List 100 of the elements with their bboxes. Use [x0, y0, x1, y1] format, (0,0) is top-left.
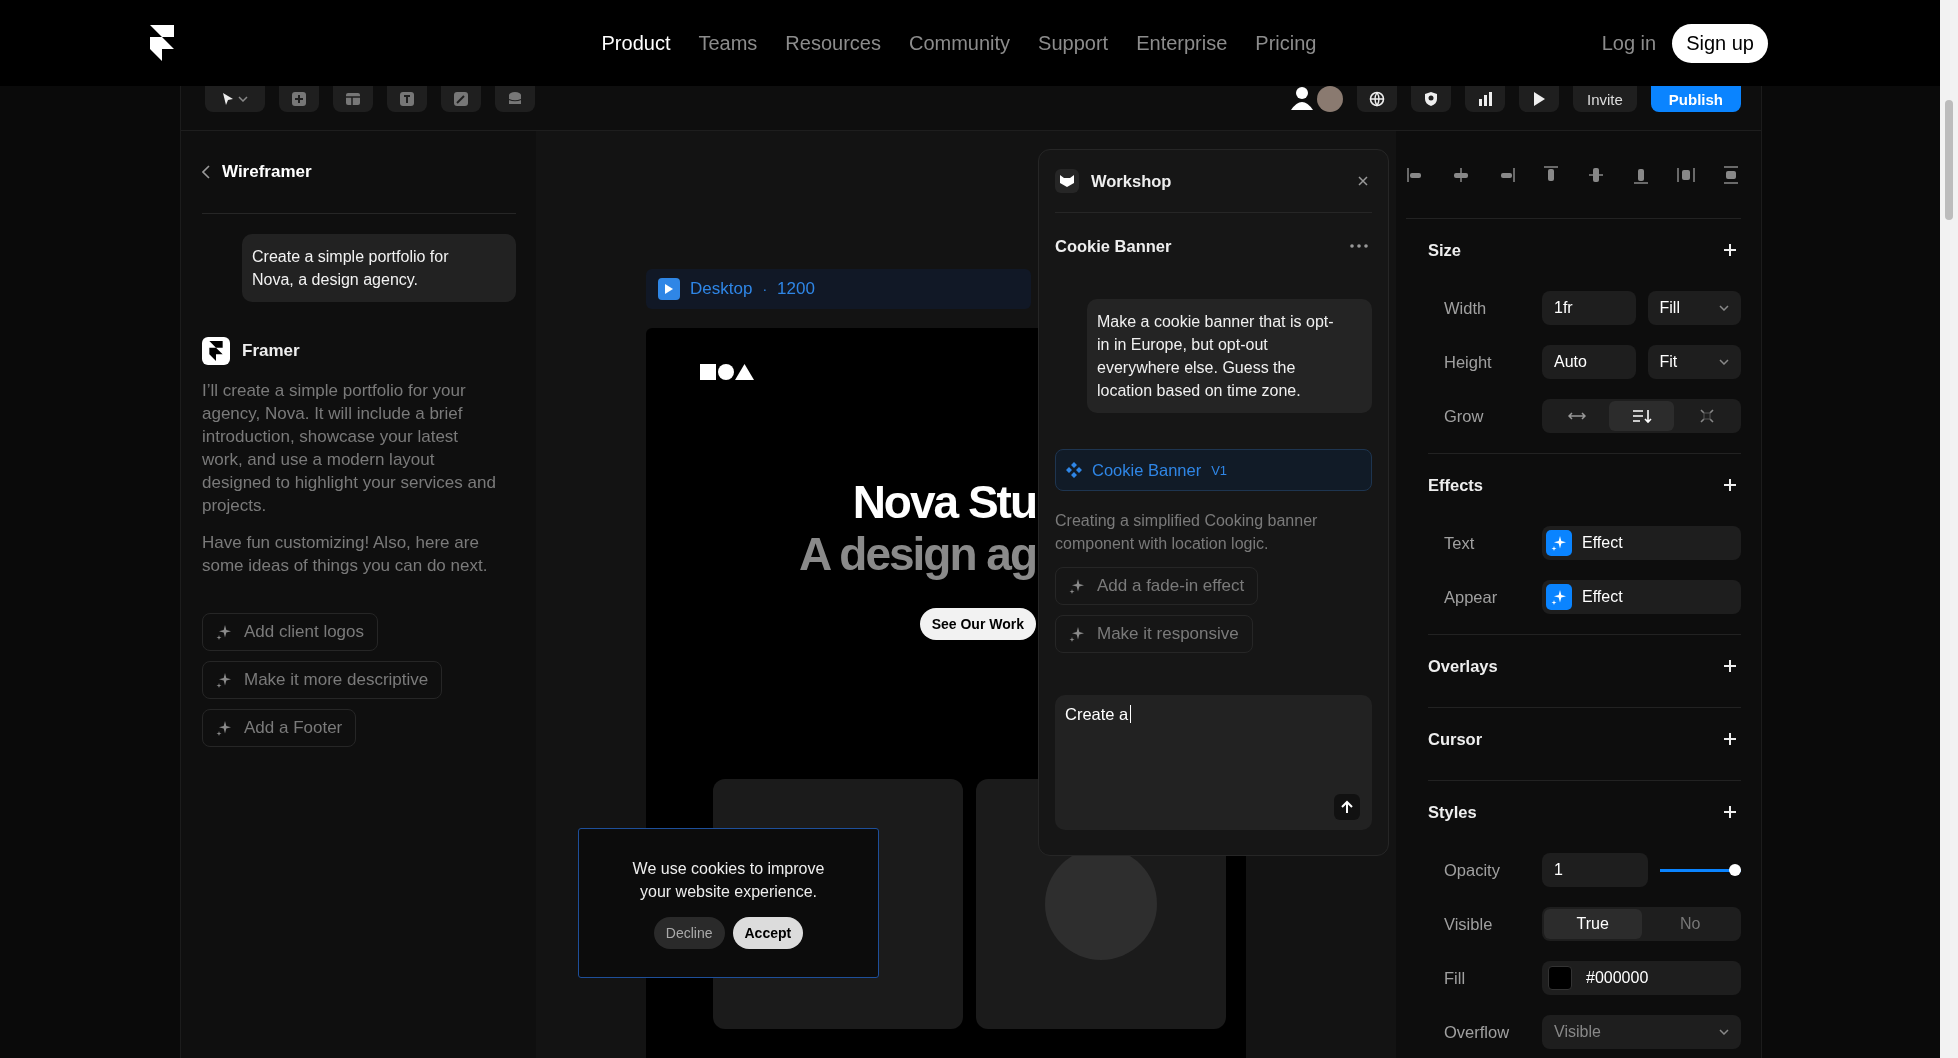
cookie-button[interactable]: Decline	[653, 917, 725, 949]
cta-button[interactable]: See Our Work	[919, 608, 1036, 640]
layout-button[interactable]	[333, 86, 373, 112]
globe-icon	[1368, 91, 1385, 107]
distribute-vertical-icon	[1721, 164, 1741, 185]
frame-width: 1200	[777, 279, 815, 299]
property-label: Visible	[1443, 914, 1494, 934]
caret-icon	[1719, 305, 1729, 311]
section-title: Size	[1428, 240, 1462, 260]
avatar[interactable]	[1316, 86, 1343, 112]
effect-button[interactable]: Effect	[1542, 526, 1741, 560]
nav-link[interactable]: Teams	[698, 31, 758, 55]
sparkle-icon	[216, 672, 232, 688]
hero-title: Nova Stu	[851, 476, 1036, 528]
component-chip[interactable]: Cookie Banner V1	[1055, 449, 1372, 491]
database-icon	[507, 91, 523, 107]
distribute-vertical-button[interactable]	[1721, 164, 1741, 185]
mode-dropdown[interactable]: Fit	[1647, 345, 1741, 379]
signup-button[interactable]: Sign up	[1672, 23, 1768, 63]
nav-link[interactable]: Resources	[785, 31, 881, 55]
text-button[interactable]	[387, 86, 427, 112]
invite-button[interactable]: Invite	[1572, 86, 1637, 112]
property-label: Width	[1443, 298, 1488, 318]
nav-link[interactable]: Community	[908, 31, 1011, 55]
person-icon[interactable]	[1290, 86, 1313, 110]
frame-label[interactable]: Desktop · 1200	[646, 269, 1031, 309]
suggestion-chip[interactable]: Add client logos	[202, 613, 379, 651]
section-title: Styles	[1428, 802, 1477, 822]
section-title: Overlays	[1428, 656, 1498, 676]
pen-button[interactable]	[441, 86, 481, 112]
logo-icon[interactable]	[150, 25, 174, 61]
cookie-text: We use cookies to improve your website experience.	[631, 859, 826, 902]
login-link[interactable]: Log in	[1601, 31, 1657, 55]
framer-logo-icon	[202, 337, 230, 365]
back-icon[interactable]	[202, 165, 210, 179]
sparkle-icon	[216, 720, 232, 736]
nav-link[interactable]: Support	[1038, 31, 1109, 55]
chart-button[interactable]	[1464, 86, 1505, 112]
nav-link[interactable]: Product	[601, 31, 671, 55]
grow-option[interactable]	[1609, 401, 1674, 431]
suggestion-chip[interactable]: Make it more descriptive	[202, 661, 443, 699]
cookie-button[interactable]: Accept	[732, 917, 804, 949]
workshop-icon	[1055, 169, 1079, 193]
property-label: Fill	[1443, 968, 1467, 988]
component-name: Cookie Banner	[1055, 236, 1172, 256]
play-button[interactable]	[1518, 86, 1559, 112]
globe-button[interactable]	[1356, 86, 1397, 112]
section-title: Cursor	[1428, 729, 1483, 749]
caret-icon	[1719, 1029, 1729, 1035]
value-field[interactable]: Auto	[1542, 345, 1636, 379]
property-label: Text	[1443, 533, 1476, 553]
suggestion-chip[interactable]: Make it responsive	[1055, 615, 1253, 653]
suggestion-chip[interactable]: Add a Footer	[202, 709, 357, 747]
property-label: Appear	[1443, 587, 1499, 607]
ellipsis-icon	[1350, 244, 1368, 248]
nav-link[interactable]: Pricing	[1255, 31, 1317, 55]
separator: ·	[762, 281, 768, 297]
property-label: Overflow	[1443, 1022, 1511, 1042]
caret-icon	[238, 96, 248, 102]
plus-square-button[interactable]	[279, 86, 319, 112]
status-message: Creating a simplified Cooking banner component with location logic.	[1055, 511, 1319, 554]
frame-name: Desktop	[690, 279, 753, 299]
sparkle-icon	[1551, 535, 1567, 551]
cookie-banner[interactable]: We use cookies to improve your website experience. Decline Accept	[578, 828, 879, 978]
sparkle-icon	[216, 624, 232, 640]
user-message: Create a simple portfolio for Nova, a design agency.	[242, 234, 516, 302]
prompt-input[interactable]: Create a	[1055, 695, 1372, 830]
toggle-option[interactable]: True	[1544, 909, 1642, 939]
database-button[interactable]	[495, 86, 535, 112]
opacity-field[interactable]: 1	[1542, 853, 1648, 887]
sparkle-icon	[1551, 589, 1567, 605]
sparkle-icon	[1069, 578, 1085, 594]
play-icon[interactable]	[658, 278, 680, 300]
text-icon	[399, 91, 415, 107]
select-tool-button[interactable]	[205, 86, 265, 112]
user-message: Make a cookie banner that is opt-in in Europe, but opt-out everywhere else. Guess the location based on time zone.	[1087, 299, 1372, 413]
hero-subtitle: A design ag	[799, 528, 1036, 580]
color-field[interactable]: #000000	[1542, 961, 1741, 995]
component-icon	[1066, 462, 1082, 478]
scrollbar-thumb[interactable]	[1945, 100, 1953, 220]
assistant-message: I’ll create a simple portfolio for your agency, Nova. It will include a brief introduction, showcase your latest work, and use a modern layout designed to highlight your services and projects.	[202, 380, 497, 517]
publish-button[interactable]: Publish	[1650, 86, 1741, 112]
cursor-icon	[222, 92, 234, 106]
send-button[interactable]	[1334, 794, 1360, 820]
toggle-option[interactable]: No	[1641, 909, 1739, 939]
shield-icon	[1422, 91, 1439, 107]
property-label: Grow	[1443, 406, 1485, 426]
mode-dropdown[interactable]: Fill	[1647, 291, 1741, 325]
hex-value: #000000	[1586, 969, 1649, 987]
value-field[interactable]: 1fr	[1542, 291, 1636, 325]
shield-button[interactable]	[1410, 86, 1451, 112]
nav-link[interactable]: Enterprise	[1136, 31, 1228, 55]
chart-icon	[1476, 91, 1493, 107]
panel-title: Wireframer	[222, 162, 312, 182]
effect-button[interactable]: Effect	[1542, 580, 1741, 614]
overflow-dropdown[interactable]: Visible	[1542, 1015, 1741, 1049]
pen-icon	[453, 91, 469, 107]
property-label: Height	[1443, 352, 1493, 372]
close-icon	[1358, 176, 1368, 186]
suggestion-chip[interactable]: Add a fade-in effect	[1055, 567, 1259, 605]
